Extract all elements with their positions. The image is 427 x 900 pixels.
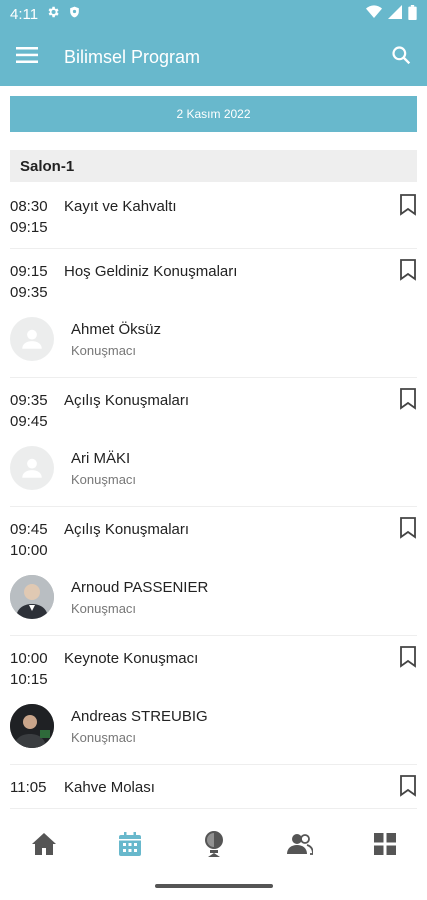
- start-time: 09:15: [10, 263, 48, 280]
- shield-icon: [68, 5, 81, 23]
- avatar: [10, 446, 54, 490]
- speaker-role: Konuşmacı: [71, 600, 137, 616]
- session-times: 10:00 10:15: [10, 648, 64, 690]
- person-placeholder-icon: [22, 329, 42, 349]
- speaker-photo: [10, 704, 54, 748]
- session-list[interactable]: 08:30 09:15 Kayıt ve Kahvaltı 09:15 09:3…: [0, 184, 427, 816]
- end-time: 09:35: [10, 284, 48, 301]
- bookmark-icon[interactable]: [399, 388, 417, 415]
- search-icon[interactable]: [391, 45, 411, 70]
- speaker-name: Andreas STREUBIG: [71, 707, 208, 725]
- end-time: 09:15: [10, 219, 48, 236]
- menu-icon[interactable]: [16, 46, 38, 68]
- bookmark-icon[interactable]: [399, 259, 417, 286]
- session-times: 11:05: [10, 777, 64, 798]
- session-title: Açılış Konuşmaları: [64, 521, 190, 538]
- session-times: 09:15 09:35: [10, 261, 64, 303]
- speaker-row[interactable]: Ahmet Öksüz Konuşmacı: [10, 313, 417, 377]
- speaker-role: Konuşmacı: [71, 471, 137, 487]
- person-placeholder-icon: [22, 458, 42, 478]
- avatar: [10, 704, 54, 748]
- bookmark-icon[interactable]: [399, 775, 417, 802]
- session-item[interactable]: 08:30 09:15 Kayıt ve Kahvaltı: [10, 184, 417, 249]
- speaker-role: Konuşmacı: [71, 729, 137, 745]
- page-title: Bilimsel Program: [64, 46, 201, 67]
- home-icon[interactable]: [31, 832, 57, 861]
- bookmark-icon[interactable]: [399, 517, 417, 544]
- bottom-navigation: [0, 816, 427, 876]
- session-title: Açılış Konuşmaları: [64, 392, 190, 409]
- start-time: 09:45: [10, 521, 48, 538]
- speaker-name: Arnoud PASSENIER: [71, 578, 209, 596]
- speaker-row[interactable]: Ari MÄKI Konuşmacı: [10, 442, 417, 506]
- session-item[interactable]: 11:05 Kahve Molası: [10, 765, 417, 809]
- speaker-name: Ari MÄKI: [71, 449, 131, 467]
- calendar-icon[interactable]: [118, 831, 142, 862]
- poster-icon[interactable]: [203, 830, 225, 863]
- wifi-icon: [366, 5, 382, 23]
- settings-icon: [46, 5, 60, 23]
- battery-icon: [408, 4, 417, 24]
- session-title: Kayıt ve Kahvaltı: [64, 198, 177, 215]
- speaker-role: Konuşmacı: [71, 342, 137, 358]
- session-title: Keynote Konuşmacı: [64, 650, 199, 667]
- session-times: 08:30 09:15: [10, 196, 64, 238]
- bookmark-icon[interactable]: [399, 646, 417, 673]
- start-time: 08:30: [10, 198, 48, 215]
- app-bar: Bilimsel Program: [0, 28, 427, 86]
- session-item[interactable]: 09:35 09:45 Açılış Konuşmaları Ari MÄKI …: [10, 378, 417, 507]
- gesture-bar[interactable]: [155, 884, 273, 888]
- session-item[interactable]: 09:45 10:00 Açılış Konuşmaları Arnoud PA…: [10, 507, 417, 636]
- date-selector[interactable]: 2 Kasım 2022: [10, 96, 417, 132]
- session-times: 09:35 09:45: [10, 390, 64, 432]
- status-time: 4:11: [10, 5, 39, 23]
- speakers-icon[interactable]: [286, 833, 314, 860]
- bookmark-icon[interactable]: [399, 194, 417, 221]
- speaker-name: Ahmet Öksüz: [71, 320, 162, 338]
- session-item[interactable]: 10:00 10:15 Keynote Konuşmacı Andreas ST…: [10, 636, 417, 765]
- signal-icon: [388, 5, 402, 23]
- end-time: 10:15: [10, 671, 48, 688]
- grid-menu-icon[interactable]: [374, 832, 397, 860]
- speaker-row[interactable]: Andreas STREUBIG Konuşmacı: [10, 700, 417, 764]
- speaker-row[interactable]: Arnoud PASSENIER Konuşmacı: [10, 571, 417, 635]
- session-title: Hoş Geldiniz Konuşmaları: [64, 263, 238, 280]
- end-time: 10:00: [10, 542, 48, 559]
- avatar: [10, 317, 54, 361]
- session-item[interactable]: 09:15 09:35 Hoş Geldiniz Konuşmaları Ahm…: [10, 249, 417, 378]
- status-bar: 4:11: [0, 0, 427, 28]
- end-time: 09:45: [10, 413, 48, 430]
- speaker-photo: [10, 575, 54, 619]
- start-time: 10:00: [10, 650, 48, 667]
- salon-header: Salon-1: [10, 150, 417, 182]
- start-time: 09:35: [10, 392, 48, 409]
- avatar: [10, 575, 54, 619]
- session-times: 09:45 10:00: [10, 519, 64, 561]
- session-title: Kahve Molası: [64, 779, 155, 796]
- start-time: 11:05: [10, 779, 47, 796]
